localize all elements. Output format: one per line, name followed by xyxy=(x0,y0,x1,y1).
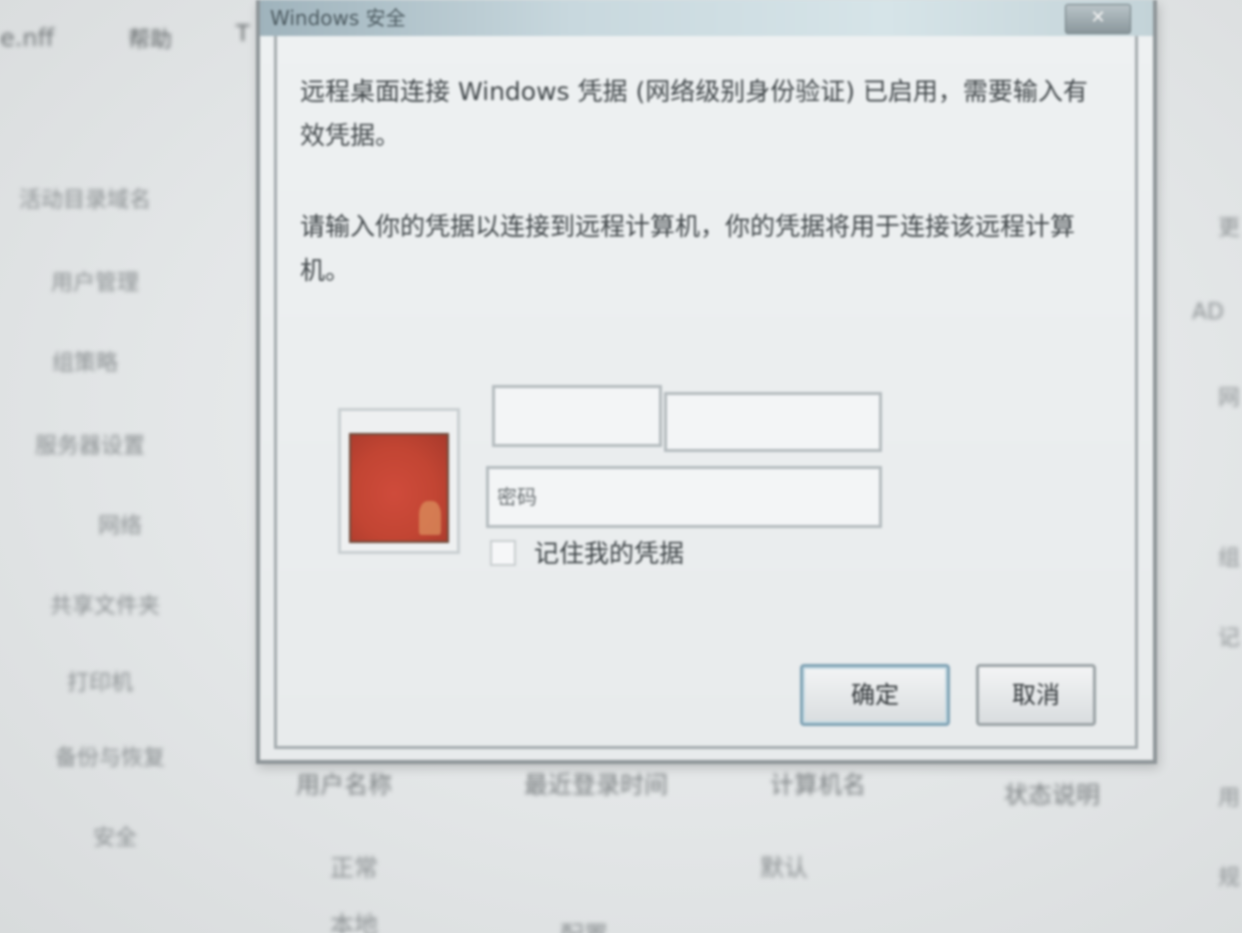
user-avatar xyxy=(338,408,460,554)
right-panel-item: 用 xyxy=(1218,786,1241,811)
close-button[interactable]: ✕ xyxy=(1065,4,1131,34)
sidebar-item[interactable]: 网络 xyxy=(0,508,240,540)
remember-credentials-label[interactable]: 记住我的凭据 xyxy=(534,534,684,570)
screen: e.nff 帮助 T 活动目录域名 用户管理 组策略 服务器设置 网络 共享文件… xyxy=(0,0,1242,933)
background-sidebar: 活动目录域名 用户管理 组策略 服务器设置 网络 共享文件夹 打印机 备份与恢复… xyxy=(0,0,270,933)
username-field[interactable] xyxy=(664,392,882,452)
sidebar-item[interactable]: 安全 xyxy=(0,820,230,852)
table-cell: 本地 xyxy=(330,911,378,933)
close-icon: ✕ xyxy=(1090,7,1106,28)
user-tile-icon xyxy=(349,433,449,543)
dialog-titlebar[interactable]: Windows 安全 ✕ xyxy=(260,0,1153,36)
sidebar-item[interactable]: 用户管理 xyxy=(0,265,190,297)
table-cell: 正常 xyxy=(330,854,378,882)
right-panel-item: 组 xyxy=(1218,546,1241,571)
password-field[interactable]: 密码 xyxy=(486,466,882,528)
table-header-cell[interactable]: 用户名称 xyxy=(296,765,392,800)
sidebar-item[interactable]: 活动目录域名 xyxy=(0,182,170,214)
table-cell: 默认 xyxy=(760,854,808,882)
background-right-panel: 更 AD 网 组 记 用 规 xyxy=(1190,0,1242,933)
table-header-cell[interactable]: 计算机名 xyxy=(770,765,866,800)
right-panel-item: 网 xyxy=(1218,386,1241,411)
table-header-cell[interactable]: 状态说明 xyxy=(1004,775,1100,810)
dialog-message-secondary: 请输入你的凭据以连接到远程计算机，你的凭据将用于连接该远程计算机。 xyxy=(300,212,1076,285)
dialog-title: Windows 安全 xyxy=(270,6,406,30)
sidebar-item[interactable]: 组策略 xyxy=(0,345,170,377)
ok-button[interactable]: 确定 xyxy=(800,664,950,726)
right-panel-item: 规 xyxy=(1218,866,1241,891)
right-panel-item: 记 xyxy=(1218,626,1241,651)
table-header-cell[interactable]: 最近登录时间 xyxy=(524,765,668,800)
domain-field[interactable] xyxy=(492,385,662,447)
sidebar-item[interactable]: 服务器设置 xyxy=(0,428,180,460)
table-cell: 配置 xyxy=(560,915,608,933)
sidebar-item[interactable]: 共享文件夹 xyxy=(0,588,210,620)
sidebar-item[interactable]: 备份与恢复 xyxy=(0,740,220,772)
dialog-message-primary: 远程桌面连接 Windows 凭据 (网络级别身份验证) 已启用，需要输入有效凭… xyxy=(300,77,1088,150)
sidebar-item[interactable]: 打印机 xyxy=(0,665,200,697)
credentials-dialog: Windows 安全 ✕ 远程桌面连接 Windows 凭据 (网络级别身份验证… xyxy=(256,0,1157,764)
cancel-button[interactable]: 取消 xyxy=(976,664,1096,726)
remember-credentials-checkbox[interactable] xyxy=(490,540,516,566)
right-panel-item: 更 xyxy=(1218,216,1241,241)
right-panel-item: AD xyxy=(1192,300,1224,325)
